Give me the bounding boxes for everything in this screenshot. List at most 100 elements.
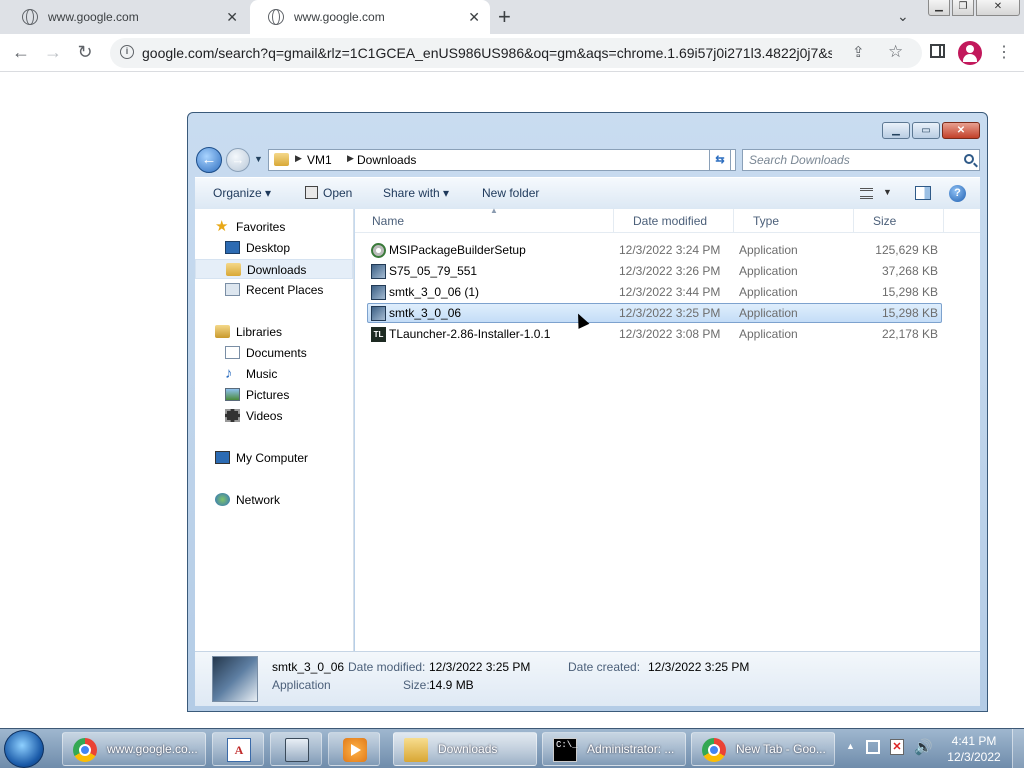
- minimize-button[interactable]: ▁: [928, 0, 950, 16]
- start-button[interactable]: [4, 730, 44, 768]
- chevron-right-icon[interactable]: ▶: [347, 153, 354, 164]
- explorer-address-bar[interactable]: ▶ VM1 ▶ Downloads ▼: [268, 149, 736, 171]
- forward-arrow-icon[interactable]: →: [226, 148, 250, 172]
- clock-time: 4:41 PM: [951, 734, 997, 748]
- chevron-down-icon[interactable]: ⌄: [897, 8, 909, 25]
- file-name: smtk_3_0_06 (1): [389, 285, 480, 299]
- taskbar-administrator-cmd[interactable]: C:\_ Administrator: ...: [542, 732, 686, 766]
- file-size: 37,268 KB: [881, 264, 938, 278]
- share-icon[interactable]: ⇪: [852, 43, 865, 61]
- kebab-menu-icon[interactable]: ⋮: [996, 42, 1012, 62]
- browser-toolbar: ← → ↻ i google.com/search?q=gmail&rlz=1C…: [0, 34, 1024, 72]
- reload-icon[interactable]: ↻: [74, 42, 96, 63]
- volume-icon[interactable]: 🔊: [914, 738, 933, 756]
- wordpad-icon: A: [227, 738, 251, 762]
- search-input[interactable]: Search Downloads: [742, 149, 980, 171]
- nav-label: Documents: [246, 346, 307, 360]
- browser-tab[interactable]: www.google.com ✕: [4, 0, 248, 34]
- maximize-button[interactable]: ▭: [912, 122, 940, 139]
- star-icon: ★: [215, 218, 229, 235]
- file-type: Application: [739, 306, 798, 320]
- column-divider[interactable]: [613, 209, 614, 233]
- action-center-flag-icon[interactable]: ✕: [890, 739, 904, 755]
- url-text[interactable]: google.com/search?q=gmail&rlz=1C1GCEA_en…: [142, 45, 832, 61]
- breadcrumb-vm1[interactable]: VM1: [307, 153, 332, 167]
- bookmark-star-icon[interactable]: ☆: [888, 42, 903, 62]
- help-icon[interactable]: ?: [949, 185, 966, 202]
- tab-title: www.google.com: [48, 10, 139, 24]
- side-panel-icon[interactable]: [930, 44, 945, 58]
- minimize-button[interactable]: ▁: [882, 122, 910, 139]
- browser-tab-active[interactable]: www.google.com ✕: [250, 0, 490, 34]
- search-icon[interactable]: [964, 154, 974, 164]
- nav-label: Libraries: [236, 325, 283, 339]
- new-folder-button[interactable]: New folder: [482, 186, 539, 200]
- refresh-icon[interactable]: ⇆: [709, 149, 731, 171]
- taskbar-downloads[interactable]: Downloads: [393, 732, 537, 766]
- taskbar-media-player[interactable]: [328, 732, 380, 766]
- breadcrumb-downloads[interactable]: Downloads: [357, 153, 416, 167]
- info-icon[interactable]: i: [120, 45, 134, 59]
- taskbar-wordpad[interactable]: A: [212, 732, 264, 766]
- back-arrow-icon[interactable]: ←: [10, 42, 32, 63]
- new-tab-button[interactable]: +: [498, 4, 511, 30]
- close-tab-icon[interactable]: ✕: [226, 9, 238, 26]
- close-window-button[interactable]: ✕: [976, 0, 1020, 16]
- command-prompt-icon: C:\_: [553, 738, 578, 762]
- column-divider[interactable]: [733, 209, 734, 233]
- taskbar-onscreen-keyboard[interactable]: [270, 732, 322, 766]
- nav-label: Downloads: [247, 263, 307, 277]
- open-button[interactable]: Open: [305, 186, 352, 200]
- restore-button[interactable]: ❐: [952, 0, 974, 16]
- downloads-folder-icon: [226, 263, 241, 276]
- history-dropdown-icon[interactable]: ▼: [254, 154, 263, 164]
- nav-network[interactable]: Network: [195, 490, 353, 510]
- system-clock[interactable]: 4:41 PM 12/3/2022: [942, 733, 1006, 765]
- documents-icon: [225, 346, 240, 359]
- column-header-date[interactable]: Date modified: [623, 209, 733, 233]
- column-divider[interactable]: [943, 209, 944, 233]
- nav-my-computer[interactable]: My Computer: [195, 448, 353, 468]
- show-hidden-icons-icon[interactable]: ▲: [846, 741, 855, 751]
- nav-videos[interactable]: Videos: [195, 406, 353, 426]
- file-type: Application: [739, 285, 798, 299]
- file-row[interactable]: S75_05_79_551 12/3/2022 3:26 PM Applicat…: [367, 261, 942, 281]
- network-status-icon[interactable]: [866, 740, 880, 754]
- chevron-right-icon[interactable]: ▶: [295, 153, 302, 164]
- close-window-button[interactable]: ✕: [942, 122, 980, 139]
- column-header-type[interactable]: Type: [743, 209, 853, 233]
- nav-recent-places[interactable]: Recent Places: [195, 280, 353, 300]
- address-bar[interactable]: i google.com/search?q=gmail&rlz=1C1GCEA_…: [110, 38, 922, 68]
- nav-favorites[interactable]: ★ Favorites: [195, 217, 353, 237]
- nav-documents[interactable]: Documents: [195, 343, 353, 363]
- column-header-size[interactable]: Size: [863, 209, 943, 233]
- column-divider[interactable]: [853, 209, 854, 233]
- back-arrow-icon[interactable]: ←: [196, 147, 222, 173]
- command-bar: Organize ▾ Open Share with ▾ New folder …: [195, 177, 980, 209]
- close-tab-icon[interactable]: ✕: [468, 9, 480, 26]
- file-row[interactable]: smtk_3_0_06 (1) 12/3/2022 3:44 PM Applic…: [367, 282, 942, 302]
- nav-downloads[interactable]: Downloads: [195, 259, 353, 279]
- file-row-selected[interactable]: smtk_3_0_06 12/3/2022 3:25 PM Applicatio…: [367, 303, 942, 323]
- taskbar-chrome-google[interactable]: www.google.co...: [62, 732, 206, 766]
- file-size: 22,178 KB: [881, 327, 938, 341]
- nav-libraries[interactable]: Libraries: [195, 322, 353, 342]
- taskbar-chrome-new-tab[interactable]: New Tab - Goo...: [691, 732, 835, 766]
- profile-avatar[interactable]: [958, 41, 982, 65]
- nav-pictures[interactable]: Pictures: [195, 385, 353, 405]
- chevron-down-icon[interactable]: ▼: [883, 187, 892, 197]
- file-row[interactable]: TL TLauncher-2.86-Installer-1.0.1 12/3/2…: [367, 324, 942, 344]
- view-options-icon[interactable]: [860, 188, 873, 199]
- nav-label: Network: [236, 493, 281, 507]
- nav-music[interactable]: ♪ Music: [195, 364, 353, 384]
- preview-pane-icon[interactable]: [915, 186, 931, 200]
- nav-desktop[interactable]: Desktop: [195, 238, 353, 258]
- forward-arrow-icon[interactable]: →: [42, 42, 64, 63]
- application-icon: [371, 306, 386, 321]
- share-with-button[interactable]: Share with ▾: [383, 186, 449, 200]
- organize-button[interactable]: Organize ▾: [213, 186, 271, 200]
- file-row[interactable]: MSIPackageBuilderSetup 12/3/2022 3:24 PM…: [367, 240, 942, 260]
- column-header-name[interactable]: Name: [362, 209, 612, 233]
- show-desktop-button[interactable]: [1012, 729, 1024, 769]
- keyboard-icon: [285, 738, 309, 762]
